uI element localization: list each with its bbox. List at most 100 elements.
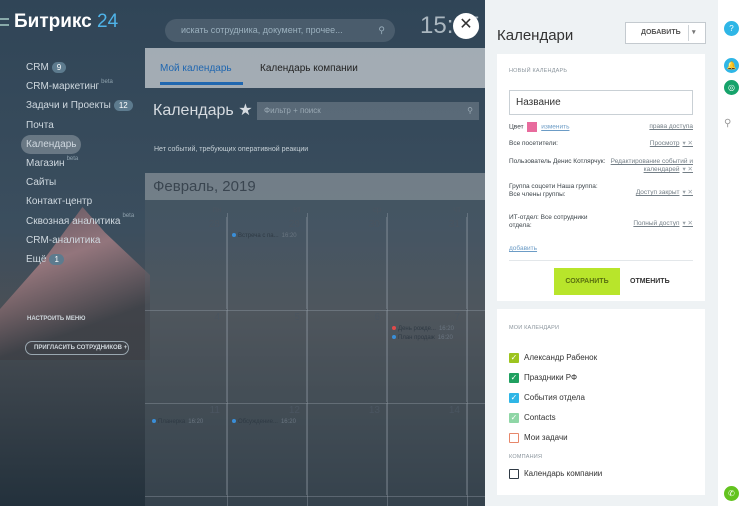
remove-access-icon[interactable]: ▾ ✕ <box>682 166 693 173</box>
access-rights-link[interactable]: права доступа <box>649 123 693 131</box>
calendar-event[interactable]: Планерка 16:20 <box>152 419 203 425</box>
calendar-checkbox[interactable]: ✓ <box>509 393 519 403</box>
month-title: Февраль, 2019 <box>145 173 485 200</box>
sidebar-item-label: Календарь <box>21 134 82 154</box>
sidebar-item-label: Магазин <box>26 157 65 169</box>
filter-input[interactable]: Фильтр + поиск ⚲ <box>257 102 479 120</box>
color-row: Цвет изменить <box>509 122 570 132</box>
day-number: 7 <box>454 312 460 323</box>
grid-line <box>145 496 485 497</box>
weekday-label: ср <box>372 205 382 214</box>
global-search[interactable]: искать сотрудника, документ, прочее... ⚲ <box>165 19 395 42</box>
calendar-checkbox[interactable] <box>509 469 519 479</box>
day-cell[interactable]: 28 <box>148 217 227 309</box>
close-icon[interactable]: ✕ <box>453 13 479 39</box>
sidebar-item[interactable]: CRM 9 <box>26 57 134 76</box>
tab-my-calendar[interactable]: Мой календарь <box>160 63 232 74</box>
help-icon[interactable]: ? <box>724 21 739 36</box>
notification-icon[interactable]: 🔔 <box>724 58 739 73</box>
day-cell[interactable]: 4 <box>148 310 227 402</box>
calendar-name[interactable]: Мои задачи <box>524 433 568 442</box>
tab-company-calendar[interactable]: Календарь компании <box>260 63 358 74</box>
sidebar-item[interactable]: Контакт-центр <box>26 191 134 210</box>
access-level-select[interactable]: Полный доступ ▾ ✕ <box>605 220 693 228</box>
cancel-button[interactable]: ОТМЕНИТЬ <box>630 278 670 285</box>
event-label: Планерка <box>158 419 186 425</box>
remove-access-icon[interactable]: ▾ ✕ <box>682 189 693 196</box>
calendar-checkbox[interactable]: ✓ <box>509 413 519 423</box>
access-level-select[interactable]: Редактирование событий и календарей ▾ ✕ <box>605 158 693 174</box>
event-time: 16:20 <box>438 326 454 332</box>
search-input[interactable]: искать сотрудника, документ, прочее... <box>181 25 343 35</box>
sidebar-item[interactable]: CRM-аналитика <box>26 230 134 249</box>
section-header: МОИ КАЛЕНДАРИ <box>509 325 560 331</box>
count-badge: 1 <box>49 253 64 265</box>
day-number: 30 <box>368 219 380 230</box>
calendar-checkbox[interactable]: ✓ <box>509 353 519 363</box>
notice-text: Нет событий, требующих оперативной реакц… <box>154 146 309 153</box>
beta-label: beta <box>122 213 135 220</box>
search-icon[interactable]: ⚲ <box>724 118 731 129</box>
color-swatch[interactable] <box>527 122 538 132</box>
sidebar-item[interactable]: Сайты <box>26 172 134 191</box>
setup-menu-link[interactable]: НАСТРОИТЬ МЕНЮ <box>27 316 85 322</box>
sidebar-item[interactable]: CRM-маркетинг beta <box>26 76 134 95</box>
calendar-event[interactable]: День рожде... 16:20 <box>392 326 454 332</box>
day-number: 6 <box>374 312 380 323</box>
day-cell[interactable]: 12 Обсуждение... 16:20 <box>228 403 307 495</box>
calendar-name[interactable]: Contacts <box>524 413 556 422</box>
day-cell[interactable]: 14 <box>388 403 467 495</box>
access-subject: Пользователь Денис Котлярчук: <box>509 158 606 165</box>
day-cell[interactable]: 31 <box>388 217 467 309</box>
access-level-select[interactable]: Просмотр ▾ ✕ <box>605 140 693 148</box>
change-color-link[interactable]: изменить <box>541 124 569 131</box>
remove-access-icon[interactable]: ▾ ✕ <box>682 140 693 147</box>
beta-label: beta <box>66 155 79 162</box>
day-cell[interactable]: 6 <box>308 310 387 402</box>
chat-icon[interactable]: ◎ <box>724 80 739 95</box>
sidebar-item[interactable]: Задачи и Проекты 12 <box>26 95 134 114</box>
access-level-select[interactable]: Доступ закрыт ▾ ✕ <box>605 189 693 197</box>
count-badge: 12 <box>113 100 133 112</box>
sidebar-item[interactable]: Почта <box>26 115 134 134</box>
day-cell[interactable]: 13 <box>308 403 387 495</box>
add-access-link[interactable]: добавить <box>509 245 537 253</box>
calendar-checkbox[interactable] <box>509 433 519 443</box>
day-cell[interactable]: 11 Планерка 16:20 <box>148 403 227 495</box>
logo[interactable]: Битрикс 24 <box>14 11 118 33</box>
save-button[interactable]: СОХРАНИТЬ <box>554 268 620 295</box>
event-label: План продаж <box>398 335 435 341</box>
calendar-name[interactable]: Александр Рабенок <box>524 353 597 362</box>
calendar-name[interactable]: Календарь компании <box>524 469 602 478</box>
sidebar-item[interactable]: Ещё 1 <box>26 249 134 268</box>
day-cell[interactable]: 30 <box>308 217 387 309</box>
calendar-name-input[interactable]: Название <box>509 90 693 115</box>
event-dot-icon <box>392 326 396 331</box>
sidebar-item[interactable]: Календарь <box>21 134 134 154</box>
star-icon[interactable]: ★ <box>238 102 252 119</box>
right-toolbar: ? 🔔 ◎ ⚲ ✆ <box>718 0 741 506</box>
search-icon: ⚲ <box>467 106 473 115</box>
calendar-event[interactable]: Встреча с па... 16:20 <box>232 233 297 239</box>
calendar-tabs: Мой календарь Календарь компании <box>145 48 485 88</box>
day-cell[interactable]: 5 <box>228 310 307 402</box>
invite-button[interactable]: ПРИГЛАСИТЬ СОТРУДНИКОВ + <box>25 341 129 355</box>
menu-icon[interactable] <box>0 18 9 26</box>
sidebar-item-label: Сайты <box>26 177 57 189</box>
sidebar-item[interactable]: Магазин beta <box>26 153 134 172</box>
add-button[interactable]: ДОБАВИТЬ ▾ <box>625 22 706 44</box>
phone-icon[interactable]: ✆ <box>724 486 739 501</box>
calendar-event[interactable]: Обсуждение... 16:20 <box>232 419 296 425</box>
calendar-name[interactable]: События отдела <box>524 393 585 402</box>
day-cell[interactable]: 29 Встреча с па... 16:20 <box>228 217 307 309</box>
calendar-name[interactable]: Праздники РФ <box>524 373 577 382</box>
chevron-down-icon[interactable]: ▾ <box>692 23 696 43</box>
remove-access-icon[interactable]: ▾ ✕ <box>682 220 693 227</box>
calendar-checkbox[interactable]: ✓ <box>509 373 519 383</box>
sidebar-item-label: Сквозная аналитика <box>26 215 121 227</box>
day-number: 11 <box>209 405 220 416</box>
sidebar-item[interactable]: Сквозная аналитика beta <box>26 211 134 230</box>
calendar-event[interactable]: План продаж 16:20 <box>392 335 453 341</box>
day-number: 29 <box>288 219 300 230</box>
day-cell[interactable]: 7 День рожде... 16:20 План продаж 16:20 <box>388 310 467 402</box>
